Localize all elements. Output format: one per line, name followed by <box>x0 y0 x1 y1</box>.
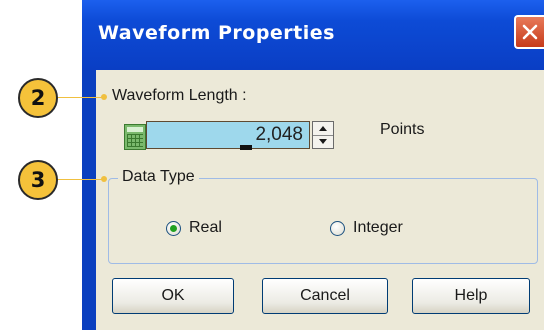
waveform-length-label: Waveform Length : <box>112 87 247 104</box>
callout-3: 3 <box>18 160 58 200</box>
radio-real-label[interactable]: Real <box>189 219 222 237</box>
radio-integer-label[interactable]: Integer <box>353 219 403 237</box>
dialog-title: Waveform Properties <box>98 22 335 44</box>
data-type-legend: Data Type <box>118 168 199 186</box>
waveform-length-input[interactable] <box>146 121 310 149</box>
radio-real[interactable] <box>166 221 181 236</box>
spin-down-button[interactable] <box>313 135 333 148</box>
spin-up-button[interactable] <box>313 122 333 136</box>
close-button[interactable] <box>514 15 544 49</box>
radio-integer[interactable] <box>330 221 345 236</box>
callout-3-leader <box>56 179 104 180</box>
length-unit-label: Points <box>380 121 425 138</box>
spin-up-icon <box>319 126 327 131</box>
callout-2: 2 <box>18 78 58 118</box>
radio-selected-dot <box>170 225 177 232</box>
callout-3-leader-dot <box>101 176 107 182</box>
cursor-marker <box>240 145 252 150</box>
spin-down-icon <box>319 139 327 144</box>
close-icon <box>522 24 538 40</box>
callout-2-leader-dot <box>101 94 107 100</box>
ok-button[interactable]: OK <box>112 278 234 314</box>
cancel-button[interactable]: Cancel <box>262 278 388 314</box>
length-spinner[interactable] <box>312 121 334 149</box>
callout-2-leader <box>56 97 104 98</box>
help-button[interactable]: Help <box>412 278 530 314</box>
title-bar[interactable]: Waveform Properties <box>82 0 544 70</box>
calculator-icon[interactable] <box>124 124 146 150</box>
